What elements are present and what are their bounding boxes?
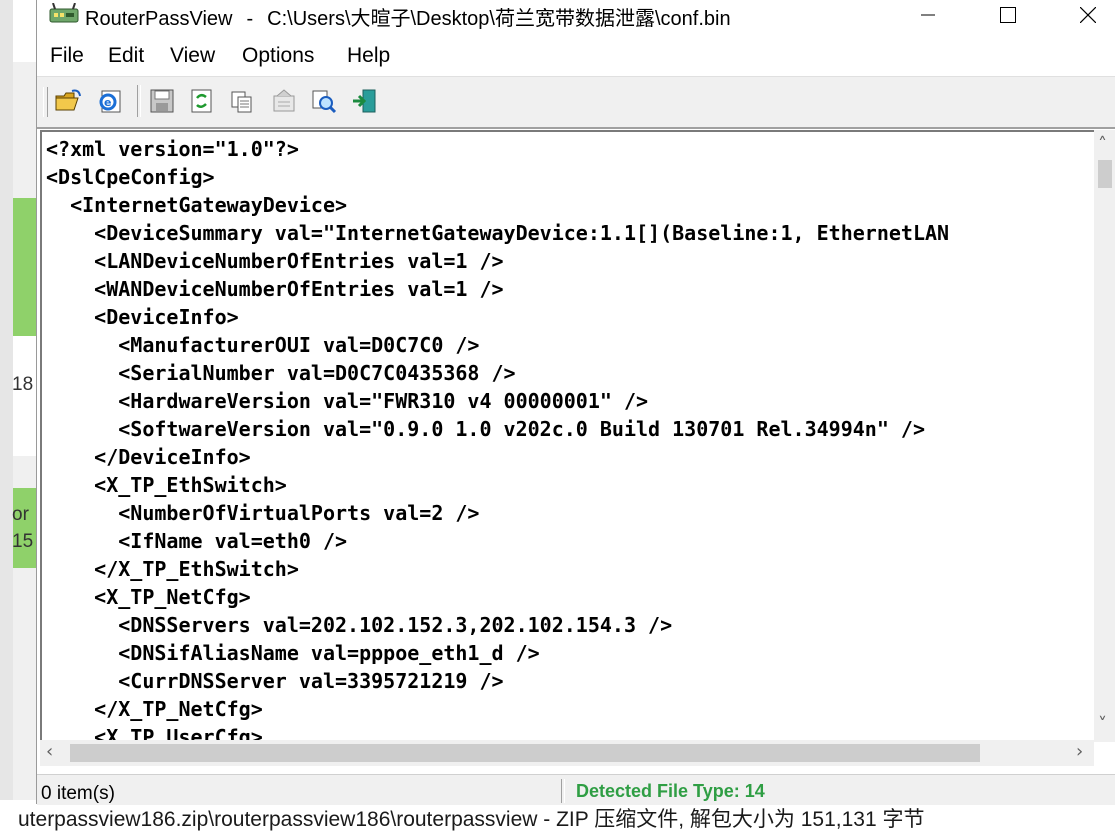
refresh-icon (191, 89, 212, 113)
xml-line: </DeviceInfo> (46, 445, 251, 469)
xml-line: <X_TP_EthSwitch> (46, 473, 287, 497)
menu-help[interactable]: Help (345, 44, 392, 68)
menu-options[interactable]: Options (240, 44, 316, 68)
xml-line: <SerialNumber val=D0C7C0435368 /> (46, 361, 516, 385)
copy-icon (231, 91, 252, 113)
scroll-right-icon[interactable]: › (1076, 741, 1083, 762)
status-divider (561, 779, 565, 803)
exit-icon (353, 89, 376, 113)
minimize-button[interactable] (905, 0, 951, 30)
xml-line: <?xml version="1.0"?> (46, 137, 299, 161)
window-title-separator: - (246, 8, 254, 30)
xml-line: <DNSifAliasName val=pppoe_eth1_d /> (46, 641, 540, 665)
vertical-scroll-thumb[interactable] (1098, 160, 1112, 188)
svg-text:e: e (104, 96, 111, 109)
properties-button[interactable] (269, 86, 299, 116)
app-router-icon (49, 3, 79, 23)
xml-text: <?xml version="1.0"?> <DslCpeConfig> <Int… (46, 135, 949, 742)
menu-edit[interactable]: Edit (106, 44, 146, 68)
xml-line: <DeviceInfo> (46, 305, 239, 329)
close-button[interactable] (1065, 0, 1111, 30)
window-title-app: RouterPassView (85, 8, 233, 30)
xml-line: <LANDeviceNumberOfEntries val=1 /> (46, 249, 504, 273)
properties-icon (273, 89, 295, 112)
open-ie-button[interactable]: e (95, 86, 125, 116)
xml-line: <WANDeviceNumberOfEntries val=1 /> (46, 277, 504, 301)
scroll-up-icon[interactable]: ˄ (1098, 134, 1107, 155)
copy-button[interactable] (227, 86, 257, 116)
refresh-button[interactable] (187, 86, 217, 116)
background-window: 18 or 15 (0, 0, 36, 832)
vertical-scrollbar[interactable]: ˄ ˅ (1094, 130, 1115, 742)
background-panel-white (13, 0, 36, 62)
xml-line: <DslCpeConfig> (46, 165, 215, 189)
open-ie-icon: e (99, 90, 121, 113)
xml-line: <X_TP_NetCfg> (46, 585, 251, 609)
title-bar[interactable]: RouterPassView - C:\Users\大暄子\Desktop\荷兰宽带… (37, 0, 1115, 34)
horizontal-scroll-thumb[interactable] (70, 744, 980, 762)
background-panel-white (13, 336, 36, 456)
xml-line: </X_TP_EthSwitch> (46, 557, 299, 581)
xml-line: <HardwareVersion val="FWR310 v4 00000001… (46, 389, 649, 413)
menu-bar: File Edit View Options Help (37, 40, 1115, 76)
xml-line: </X_TP_NetCfg> (46, 697, 263, 721)
save-icon (150, 89, 174, 113)
scroll-down-icon[interactable]: ˅ (1098, 714, 1107, 735)
close-icon (1080, 7, 1096, 23)
menu-file[interactable]: File (48, 44, 86, 68)
background-text-fragment: or (12, 504, 29, 525)
background-window-edge (0, 0, 13, 832)
toolbar-separator (137, 85, 141, 117)
background-text-fragment: 18 (12, 374, 34, 395)
open-file-button[interactable] (53, 86, 83, 116)
xml-line: <IfName val=eth0 /> (46, 529, 348, 553)
window-title: RouterPassView - C:\Users\大暄子\Desktop\荷兰宽带… (85, 2, 731, 31)
xml-line: <DeviceSummary val="InternetGatewayDevic… (46, 221, 950, 245)
find-icon (312, 90, 337, 114)
window-title-path: C:\Users\大暄子\Desktop\荷兰宽带数据泄露\conf.bin (267, 8, 731, 30)
background-footer-text: uterpassview186.zip\routerpassview186\ro… (18, 808, 925, 831)
xml-line: <SoftwareVersion val="0.9.0 1.0 v202c.0 … (46, 417, 925, 441)
scroll-left-icon[interactable]: ‹ (46, 741, 53, 762)
xml-line: <InternetGatewayDevice> (46, 193, 348, 217)
toolbar-grip[interactable] (43, 87, 48, 117)
open-file-icon (55, 89, 81, 111)
background-text-fragment: 15 (12, 531, 34, 552)
xml-line: <NumberOfVirtualPorts val=2 /> (46, 501, 480, 525)
background-highlight-1 (13, 198, 36, 336)
background-highlight-2 (13, 488, 36, 568)
find-button[interactable] (309, 86, 339, 116)
save-button[interactable] (147, 86, 177, 116)
maximize-icon (1000, 7, 1016, 23)
status-detected-type: Detected File Type: 14 (576, 781, 765, 801)
status-bar: 0 item(s) Detected File Type: 14 (37, 774, 1115, 805)
status-item-count: 0 item(s) (41, 783, 115, 804)
minimize-icon (921, 14, 935, 16)
maximize-button[interactable] (985, 0, 1031, 30)
xml-line: <CurrDNSServer val=3395721219 /> (46, 669, 504, 693)
horizontal-scrollbar[interactable]: ‹ › (40, 740, 1094, 766)
toolbar: e (37, 76, 1115, 129)
menu-view[interactable]: View (168, 44, 217, 68)
xml-line: <ManufacturerOUI val=D0C7C0 /> (46, 333, 480, 357)
xml-content-view[interactable]: <?xml version="1.0"?> <DslCpeConfig> <Int… (40, 130, 1115, 742)
routerpassview-window: RouterPassView - C:\Users\大暄子\Desktop\荷兰宽带… (36, 0, 1115, 805)
xml-line: <DNSServers val=202.102.152.3,202.102.15… (46, 613, 673, 637)
exit-button[interactable] (349, 86, 379, 116)
